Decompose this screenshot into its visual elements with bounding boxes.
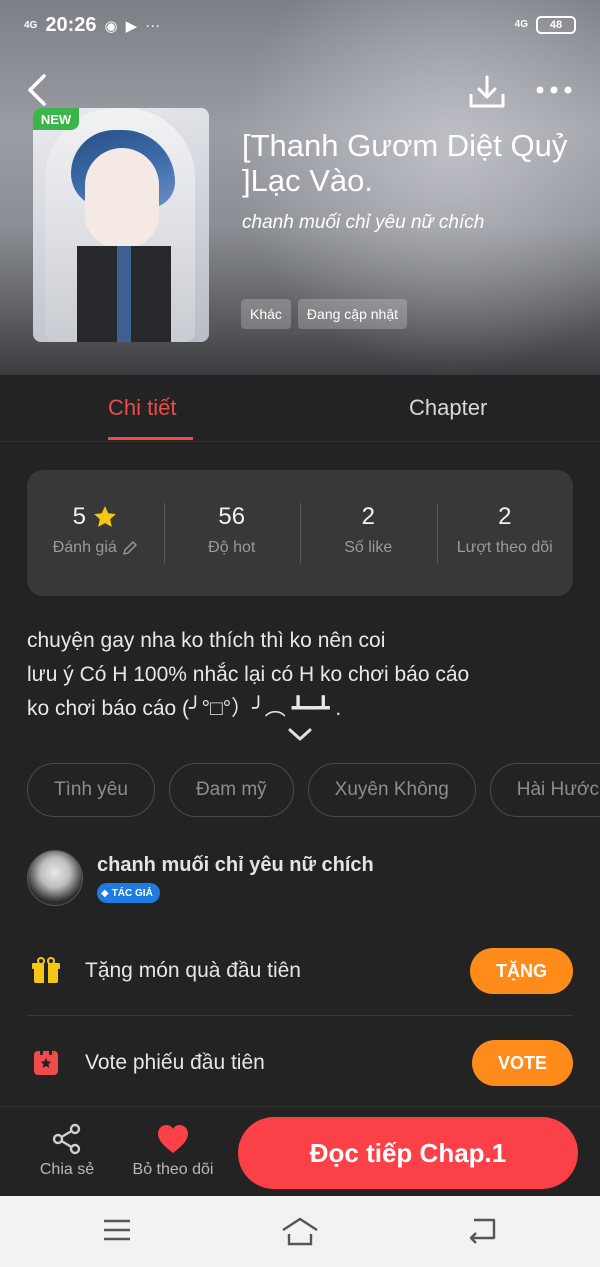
genre-chip[interactable]: Tình yêu xyxy=(27,763,155,817)
status-bar: 4G 20:26 ◉ ▶ ··· 4G 48 xyxy=(0,0,600,54)
stat-likes-value: 2 xyxy=(361,503,375,530)
author-avatar[interactable] xyxy=(27,850,83,906)
battery-icon: 48 xyxy=(536,16,576,34)
stat-rating[interactable]: 5 Đánh giá xyxy=(27,503,164,563)
tab-bar: Chi tiết Chapter xyxy=(0,375,600,442)
tab-active-indicator xyxy=(108,437,193,440)
book-author[interactable]: chanh muối chỉ yêu nữ chích xyxy=(242,212,484,234)
download-icon[interactable] xyxy=(468,74,506,110)
stat-followers: 2 Lượt theo dõi xyxy=(436,503,574,563)
more-notifications-icon: ··· xyxy=(145,17,161,34)
gift-text: Tặng món quà đầu tiên xyxy=(85,959,301,982)
genre-chip[interactable]: Hài Hước xyxy=(489,763,600,817)
bottom-action-bar: Chia sẻ Bỏ theo dõi Đọc tiếp Chap.1 xyxy=(0,1106,600,1196)
heart-icon xyxy=(158,1125,188,1153)
gift-icon xyxy=(32,957,60,983)
vote-text: Vote phiếu đầu tiên xyxy=(85,1051,265,1074)
edit-icon[interactable] xyxy=(122,540,138,556)
book-tags: Khác Đang cập nhật xyxy=(241,299,407,329)
book-header: 4G 20:26 ◉ ▶ ··· 4G 48 NEW [Thanh Gươm D… xyxy=(0,0,600,375)
menu-icon[interactable] xyxy=(102,1216,132,1244)
unfollow-button[interactable]: Bỏ theo dõi xyxy=(128,1123,218,1179)
book-title: [Thanh Gươm Diệt Quỷ ]Lạc Vào. xyxy=(242,128,568,198)
messenger-icon: ◉ xyxy=(104,17,118,35)
tab-detail[interactable]: Chi tiết xyxy=(108,395,176,421)
stat-rating-label: Đánh giá xyxy=(52,539,117,556)
vote-button[interactable]: VOTE xyxy=(471,1040,573,1086)
description-line: ko chơi báo cáo (╯°□°）╯︵ ┻━┻ . xyxy=(27,697,342,720)
author-badge: ◆ TÁC GIẢ xyxy=(97,883,160,903)
genre-list: Tình yêu Đam mỹ Xuyên Không Hài Hước xyxy=(27,763,600,817)
back-nav-icon[interactable] xyxy=(466,1216,498,1244)
book-description: chuyện gay nha ko thích thì ko nên coi l… xyxy=(27,624,587,726)
youtube-icon: ▶ xyxy=(125,17,138,35)
stat-rating-value: 5 xyxy=(72,503,86,530)
share-label: Chia sẻ xyxy=(39,1161,95,1178)
unfollow-label: Bỏ theo dõi xyxy=(132,1161,214,1178)
genre-chip[interactable]: Đam mỹ xyxy=(168,763,294,817)
stat-likes-label: Số like xyxy=(344,539,393,556)
vote-ticket-icon xyxy=(34,1049,58,1075)
tag-status: Đang cập nhật xyxy=(297,299,407,329)
gift-button[interactable]: TẶNG xyxy=(470,948,573,994)
stat-followers-label: Lượt theo dõi xyxy=(456,539,553,556)
gift-row: Tặng món quà đầu tiên TẶNG xyxy=(27,926,573,1016)
signal-icon: 4G xyxy=(24,19,38,31)
vote-row: Vote phiếu đầu tiên VOTE xyxy=(27,1018,573,1108)
book-cover[interactable] xyxy=(33,108,209,342)
status-time: 20:26 xyxy=(45,14,97,36)
star-icon xyxy=(94,506,116,527)
author-badge-icon: ◆ xyxy=(101,887,109,899)
more-options-icon[interactable] xyxy=(534,80,574,100)
continue-reading-button[interactable]: Đọc tiếp Chap.1 xyxy=(238,1117,578,1189)
stat-hot-value: 56 xyxy=(218,503,246,530)
tag-category: Khác xyxy=(241,299,291,329)
author-row[interactable]: chanh muối chỉ yêu nữ chích ◆ TÁC GIẢ xyxy=(27,850,587,908)
expand-description-icon[interactable] xyxy=(286,724,314,744)
stat-hot: 56 Độ hot xyxy=(163,503,301,563)
home-icon[interactable] xyxy=(280,1216,320,1246)
share-button[interactable]: Chia sẻ xyxy=(38,1123,96,1179)
share-icon xyxy=(52,1123,81,1155)
stat-likes: 2 Số like xyxy=(300,503,437,563)
genre-chip[interactable]: Xuyên Không xyxy=(307,763,476,817)
system-nav-bar xyxy=(0,1196,600,1267)
new-badge: NEW xyxy=(33,108,79,130)
tab-chapter[interactable]: Chapter xyxy=(409,395,487,421)
back-icon[interactable] xyxy=(22,72,52,108)
stats-panel: 5 Đánh giá 56 Độ hot 2 Số like 2 Lượt th… xyxy=(27,470,573,596)
signal-icon-right: 4G xyxy=(514,19,528,30)
description-line: lưu ý Có H 100% nhắc lại có H ko chơi bá… xyxy=(27,663,470,686)
description-line: chuyện gay nha ko thích thì ko nên coi xyxy=(27,629,386,652)
stat-hot-label: Độ hot xyxy=(208,539,256,556)
author-name[interactable]: chanh muối chỉ yêu nữ chích xyxy=(97,854,374,877)
stat-followers-value: 2 xyxy=(498,503,512,530)
author-badge-label: TÁC GIẢ xyxy=(111,887,153,899)
